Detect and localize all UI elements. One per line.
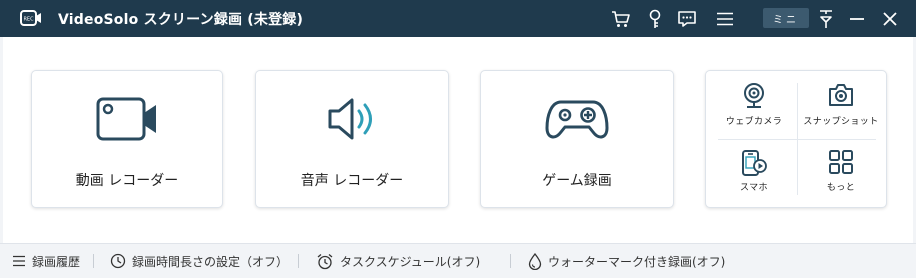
recording-length-label: 録画時間長さの設定（オフ） (132, 254, 289, 269)
minimize-icon[interactable] (846, 8, 868, 30)
phone-icon (740, 149, 768, 181)
key-icon[interactable] (644, 8, 666, 30)
menu-icon[interactable] (714, 8, 736, 30)
task-schedule-button[interactable]: タスクスケジュール(オフ) (316, 244, 480, 278)
close-icon[interactable] (879, 8, 901, 30)
bottom-toolbar: 録画履歴 録画時間長さの設定（オフ） タスクスケジュール(オフ) ウォーターマー… (0, 243, 916, 278)
speaker-icon (326, 96, 378, 146)
app-title: VideoSolo スクリーン録画 (未登録) (58, 12, 304, 28)
chat-icon[interactable] (676, 8, 698, 30)
grid-icon (828, 149, 854, 179)
mini-mode-label: ミニ (773, 14, 799, 26)
watermark-recording-label: ウォーターマーク付き録画(オフ) (548, 254, 726, 269)
snapshot-button[interactable]: スナップショット (796, 77, 886, 139)
list-icon (12, 255, 26, 267)
alarm-clock-icon (316, 253, 334, 270)
snapshot-label: スナップショット (803, 117, 879, 127)
separator (298, 254, 299, 268)
audio-recorder-card[interactable]: 音声 レコーダー (255, 70, 449, 208)
snapshot-camera-icon (827, 83, 855, 111)
main-panel: 動画 レコーダー 音声 レコーダー ゲーム録画 ウェブカメラ スナップショット … (3, 37, 913, 243)
recording-length-button[interactable]: 録画時間長さの設定（オフ） (110, 244, 288, 278)
separator (93, 254, 94, 268)
webcam-icon (742, 83, 766, 113)
task-schedule-label: タスクスケジュール(オフ) (340, 254, 481, 269)
cart-icon[interactable] (610, 8, 632, 30)
rec-camera-icon: REC (20, 9, 42, 27)
pin-icon[interactable] (815, 8, 837, 30)
clock-icon (110, 253, 126, 269)
gamepad-icon (545, 96, 609, 146)
mini-mode-button[interactable]: ミニ (763, 8, 809, 28)
phone-label: スマホ (740, 183, 768, 193)
audio-recorder-label: 音声 レコーダー (300, 173, 404, 189)
recording-history-button[interactable]: 録画履歴 (12, 244, 80, 278)
phone-button[interactable]: スマホ (709, 143, 799, 205)
title-bar: REC VideoSolo スクリーン録画 (未登録) ミニ (0, 0, 916, 37)
water-drop-icon (528, 252, 542, 270)
more-tools-card: ウェブカメラ スナップショット スマホ もっと (705, 70, 887, 208)
video-recorder-card[interactable]: 動画 レコーダー (31, 70, 223, 208)
webcam-label: ウェブカメラ (725, 117, 783, 127)
grid-divider (718, 139, 876, 140)
watermark-recording-button[interactable]: ウォーターマーク付き録画(オフ) (528, 244, 725, 278)
separator (510, 254, 511, 268)
more-button[interactable]: もっと (796, 143, 886, 205)
webcam-button[interactable]: ウェブカメラ (709, 77, 799, 139)
video-recorder-label: 動画 レコーダー (75, 173, 179, 189)
game-recorder-label: ゲーム録画 (542, 173, 612, 189)
recording-history-label: 録画履歴 (32, 254, 81, 269)
more-label: もっと (826, 183, 856, 193)
game-recorder-card[interactable]: ゲーム録画 (480, 70, 674, 208)
svg-text:REC: REC (23, 17, 34, 23)
video-camera-icon (95, 96, 159, 146)
